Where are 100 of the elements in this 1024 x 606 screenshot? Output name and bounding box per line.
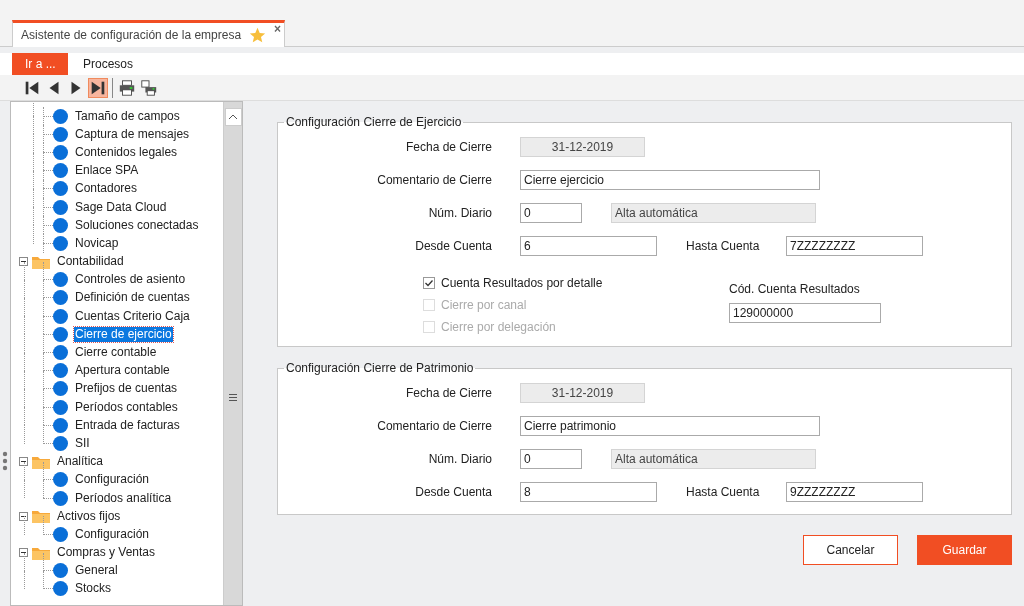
field-label: Núm. Diario [427,452,492,466]
tree-item[interactable]: Soluciones conectadas [74,217,200,233]
group-title: Configuración Cierre de Patrimonio [285,361,475,375]
tree-item[interactable]: Apertura contable [74,363,171,379]
expander-icon[interactable] [19,548,28,558]
tree-item[interactable]: Enlace SPA [74,163,140,179]
field-label: Núm. Diario [427,206,492,220]
printer-icon[interactable] [117,77,137,98]
chevron-up-icon [228,114,238,120]
tree-item[interactable]: Controles de asiento [74,272,187,288]
bullet-icon [53,435,68,451]
drag-handle-icon[interactable] [2,451,8,471]
tab-title: Asistente de configuración de la empresa [21,28,242,42]
bullet-icon [53,126,68,142]
field-label: Hasta Cuenta [686,485,761,499]
bullet-icon [53,399,68,415]
bullet-icon [53,108,68,124]
tree-folder[interactable]: Compras y Ventas [56,545,157,561]
input-field[interactable]: 7ZZZZZZZZ [786,236,923,256]
bullet-icon [53,326,68,342]
field-label: Desde Cuenta [414,485,492,499]
bullet-icon [53,272,68,288]
menu-item[interactable]: Ir a ... [12,53,68,75]
star-icon[interactable] [249,26,267,44]
input-field[interactable]: 129000000 [729,303,881,323]
scroll-up-button[interactable] [224,108,242,126]
folder-icon [32,454,50,469]
bullet-icon [53,526,68,542]
tree-item[interactable]: Períodos analítica [74,490,173,506]
bullet-icon [53,363,68,379]
save-button[interactable]: Guardar [917,535,1012,565]
tree-item[interactable]: Cuentas Criterio Caja [74,308,191,324]
bullet-icon [53,290,68,306]
field-label: Comentario de Cierre [376,419,492,433]
tree-item[interactable]: Períodos contables [74,399,179,415]
bullet-icon [53,308,68,324]
bullet-icon [53,163,68,179]
field-label: Desde Cuenta [414,239,492,253]
tree-folder[interactable]: Analítica [56,454,105,470]
tree-item[interactable]: General [74,563,119,579]
tree-item[interactable]: Definición de cuentas [74,290,191,306]
bullet-icon [53,381,68,397]
grip-icon [229,394,237,401]
tree-folder[interactable]: Activos fijos [56,508,122,524]
checkbox-label: Cuenta Resultados por detalle [441,276,603,290]
scrollbar[interactable] [223,102,242,605]
bullet-icon [53,563,68,579]
field-label: Fecha de Cierre [404,140,492,154]
menu-item[interactable]: Procesos [70,53,146,75]
field-label: Cód. Cuenta Resultados [729,282,861,296]
input-field[interactable]: 8 [520,482,657,502]
field-label: Hasta Cuenta [686,239,761,253]
checkbox[interactable] [423,277,435,289]
tree-item[interactable]: Novicap [74,235,120,251]
tree-item[interactable]: Configuración [74,472,151,488]
input-field[interactable]: 0 [520,449,582,469]
group-title: Configuración Cierre de Ejercicio [285,115,463,129]
bullet-icon [53,217,68,233]
bullet-icon [53,490,68,506]
bullet-icon [53,181,68,197]
folder-icon [32,509,50,524]
document-tab[interactable]: Asistente de configuración de la empresa × [12,20,285,47]
checkbox-label: Cierre por canal [441,298,527,312]
expander-icon[interactable] [19,257,28,267]
tree-folder[interactable]: Contabilidad [56,254,125,270]
checkbox-label: Cierre por delegación [441,320,556,334]
input-field[interactable]: 6 [520,236,657,256]
bullet-icon [53,144,68,160]
tree-item[interactable]: Prefijos de cuentas [74,381,179,397]
cancel-button[interactable]: Cancelar [803,535,898,565]
bullet-icon [53,235,68,251]
tree-item[interactable]: Captura de mensajes [74,126,191,142]
tree-item[interactable]: Tamaño de campos [74,108,181,124]
expander-icon[interactable] [19,511,28,521]
input-field[interactable]: 0 [520,203,582,223]
bullet-icon [53,417,68,433]
field-label: Fecha de Cierre [404,386,492,400]
folder-icon [32,254,50,269]
bullet-icon [53,581,68,597]
input-field[interactable]: Cierre patrimonio [520,416,820,436]
tree-item[interactable]: Cierre de ejercicio [74,326,173,342]
folder-icon [32,545,50,560]
tree-item[interactable]: Sage Data Cloud [74,199,168,215]
expander-icon[interactable] [19,457,28,467]
tree-item[interactable]: Entrada de facturas [74,417,181,433]
tree-item[interactable]: Contenidos legales [74,144,179,160]
bullet-icon [53,345,68,361]
close-tab-button[interactable]: × [274,23,281,35]
tree-item[interactable]: SII [74,435,91,451]
printer-setup-icon[interactable] [139,77,159,98]
tree-item[interactable]: Stocks [74,581,112,597]
tree-item[interactable]: Cierre contable [74,345,158,361]
tree-item[interactable]: Configuración [74,526,151,542]
input-field[interactable]: Cierre ejercicio [520,170,820,190]
tree-item[interactable]: Contadores [74,181,139,197]
bullet-icon [53,199,68,215]
field-label: Comentario de Cierre [376,173,492,187]
bullet-icon [53,472,68,488]
input-field[interactable]: 9ZZZZZZZZ [786,482,923,502]
last-record-icon[interactable] [88,77,108,98]
